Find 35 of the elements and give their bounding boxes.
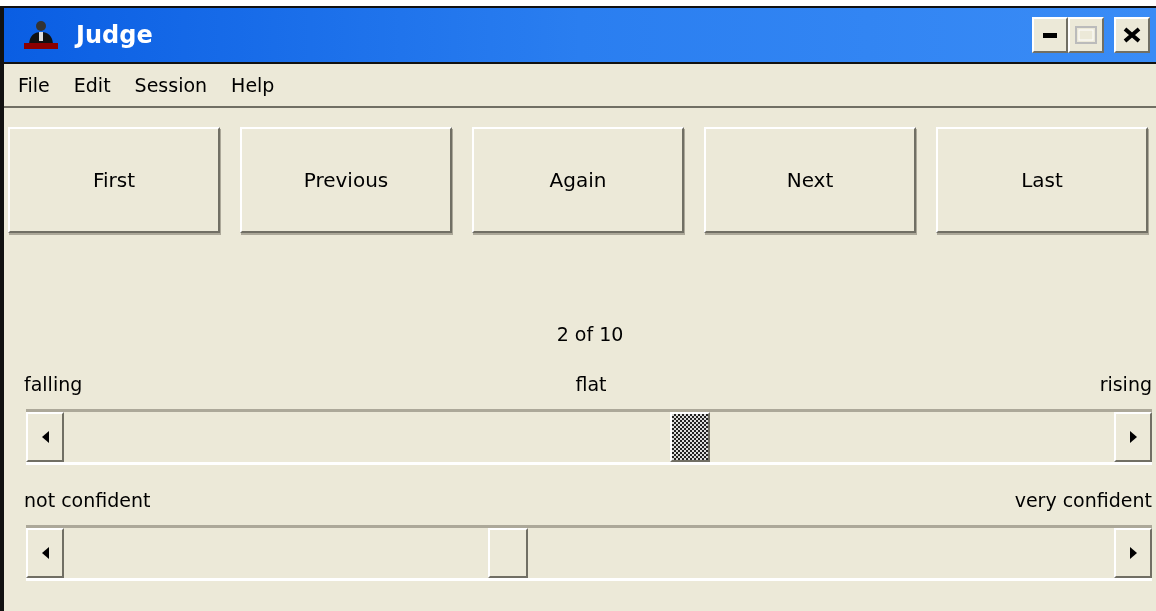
scrollbar[interactable] [26,409,1152,465]
previous-button[interactable]: Previous [240,127,452,233]
scrollbar[interactable] [26,525,1152,581]
scroll-left-button[interactable] [26,412,64,462]
next-button[interactable]: Next [704,127,916,233]
maximize-button[interactable] [1068,17,1104,53]
menu-item[interactable]: Edit [61,74,123,96]
scale-label: very confident [1014,489,1152,511]
scroll-right-button[interactable] [1114,528,1152,578]
slider-thumb[interactable] [670,412,710,462]
judge-icon [24,20,58,50]
menu-item[interactable]: Help [219,74,287,96]
last-button[interactable]: Last [936,127,1148,233]
scale-label: rising [1099,373,1152,395]
right-arrow-icon [1129,547,1137,559]
scale-label: not confident [24,489,151,511]
right-arrow-icon [1129,431,1137,443]
menu-item[interactable]: Session [122,74,220,96]
again-button[interactable]: Again [472,127,684,233]
scale-label: flat [575,373,607,395]
left-arrow-icon [41,547,49,559]
minimize-button[interactable] [1032,17,1068,53]
minimize-icon [1043,32,1057,38]
scroll-right-button[interactable] [1114,412,1152,462]
slider-thumb[interactable] [488,528,529,578]
window-title: Judge [76,21,154,49]
menu-item[interactable]: File [6,74,62,96]
first-button[interactable]: First [8,127,220,233]
maximize-icon [1075,26,1097,44]
scale-label: falling [24,373,83,395]
scroll-left-button[interactable] [26,528,64,578]
close-icon [1123,27,1141,43]
item-counter: 2 of 10 [555,323,625,347]
close-button[interactable] [1114,17,1150,53]
left-arrow-icon [41,431,49,443]
